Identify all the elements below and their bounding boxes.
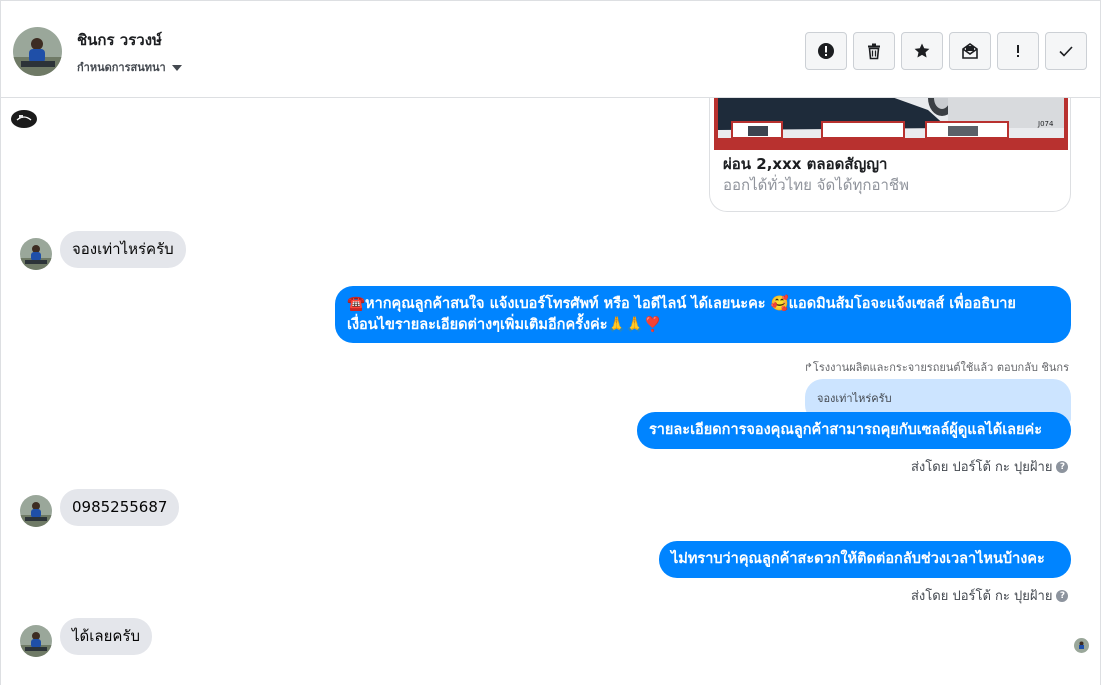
help-icon[interactable]: ? <box>1056 589 1069 602</box>
spam-button[interactable] <box>997 32 1039 70</box>
shared-post-card[interactable]: J074 ผ่อน 2,xxx ตลอดสัญญา ออกได้ทั่วไทย … <box>709 88 1071 212</box>
conversation-schedule-dropdown[interactable]: กำหนดการสนทนา <box>77 58 182 76</box>
outgoing-message[interactable]: ไม่ทราบว่าคุณลูกค้าสะดวกให้ติดต่อกลับช่ว… <box>659 541 1071 578</box>
outgoing-message-line-1: ☎️หากคุณลูกค้าสนใจ แจ้งเบอร์โทรศัพท์ หรื… <box>347 296 1016 312</box>
contact-avatar-small[interactable] <box>20 238 52 270</box>
star-button[interactable] <box>901 32 943 70</box>
read-receipt-avatar <box>1074 638 1089 653</box>
page-logo-avatar <box>11 110 37 128</box>
sent-by-label: ส่งโดย ปอร์โต้ กะ ปุยฝ้าย ? <box>911 585 1069 606</box>
sent-by-label: ส่งโดย ปอร์โต้ กะ ปุยฝ้าย ? <box>911 456 1069 477</box>
caret-down-icon <box>171 64 182 71</box>
delete-button[interactable] <box>853 32 895 70</box>
help-icon[interactable]: ? <box>1056 460 1069 473</box>
outgoing-message[interactable]: ☎️หากคุณลูกค้าสนใจ แจ้งเบอร์โทรศัพท์ หรื… <box>335 286 1071 343</box>
contact-name[interactable]: ชินกร วรวงษ์ <box>77 28 162 52</box>
contact-avatar[interactable] <box>13 27 62 76</box>
photo-tag: J074 <box>1037 120 1054 128</box>
incoming-message[interactable]: 0985255687 <box>60 489 180 526</box>
exclamation-icon <box>1017 45 1019 57</box>
mark-done-button[interactable] <box>1045 32 1087 70</box>
outgoing-message[interactable]: รายละเอียดการจองคุณลูกค้าสามารถคุยกับเซล… <box>637 412 1071 449</box>
incoming-message[interactable]: จองเท่าไหร่ครับ <box>60 231 186 268</box>
outgoing-message-line-2: เงื่อนไขรายละเอียดต่างๆเพิ่มเติมอีกครั้ง… <box>347 317 662 333</box>
report-button[interactable] <box>805 32 847 70</box>
star-icon <box>914 43 930 58</box>
trash-icon <box>868 43 880 60</box>
conversation-header: ชินกร วรวงษ์ กำหนดการสนทนา <box>1 0 1100 98</box>
card-subtitle: ออกได้ทั่วไทย จัดได้ทุกอาชีพ <box>723 176 909 194</box>
sent-by-text: ส่งโดย ปอร์โต้ กะ ปุยฝ้าย <box>911 460 1053 475</box>
action-toolbar <box>805 32 1087 70</box>
reply-context-label: ↱โรงงานผลิตและกระจายรถยนต์ใช้แล้ว ตอบกลั… <box>803 361 1069 374</box>
conversation-window: ชินกร วรวงษ์ กำหนดการสนทนา J074 ผ่อน 2,x… <box>0 0 1101 685</box>
contact-avatar-small[interactable] <box>20 625 52 657</box>
check-icon <box>1059 46 1073 57</box>
schedule-label: กำหนดการสนทนา <box>77 61 166 74</box>
open-envelope-icon <box>962 43 978 59</box>
contact-avatar-small[interactable] <box>20 495 52 527</box>
incoming-message[interactable]: ได้เลยครับ <box>60 618 153 655</box>
sent-by-text: ส่งโดย ปอร์โต้ กะ ปุยฝ้าย <box>911 589 1053 604</box>
alert-circle-icon <box>818 43 834 59</box>
mark-unread-button[interactable] <box>949 32 991 70</box>
